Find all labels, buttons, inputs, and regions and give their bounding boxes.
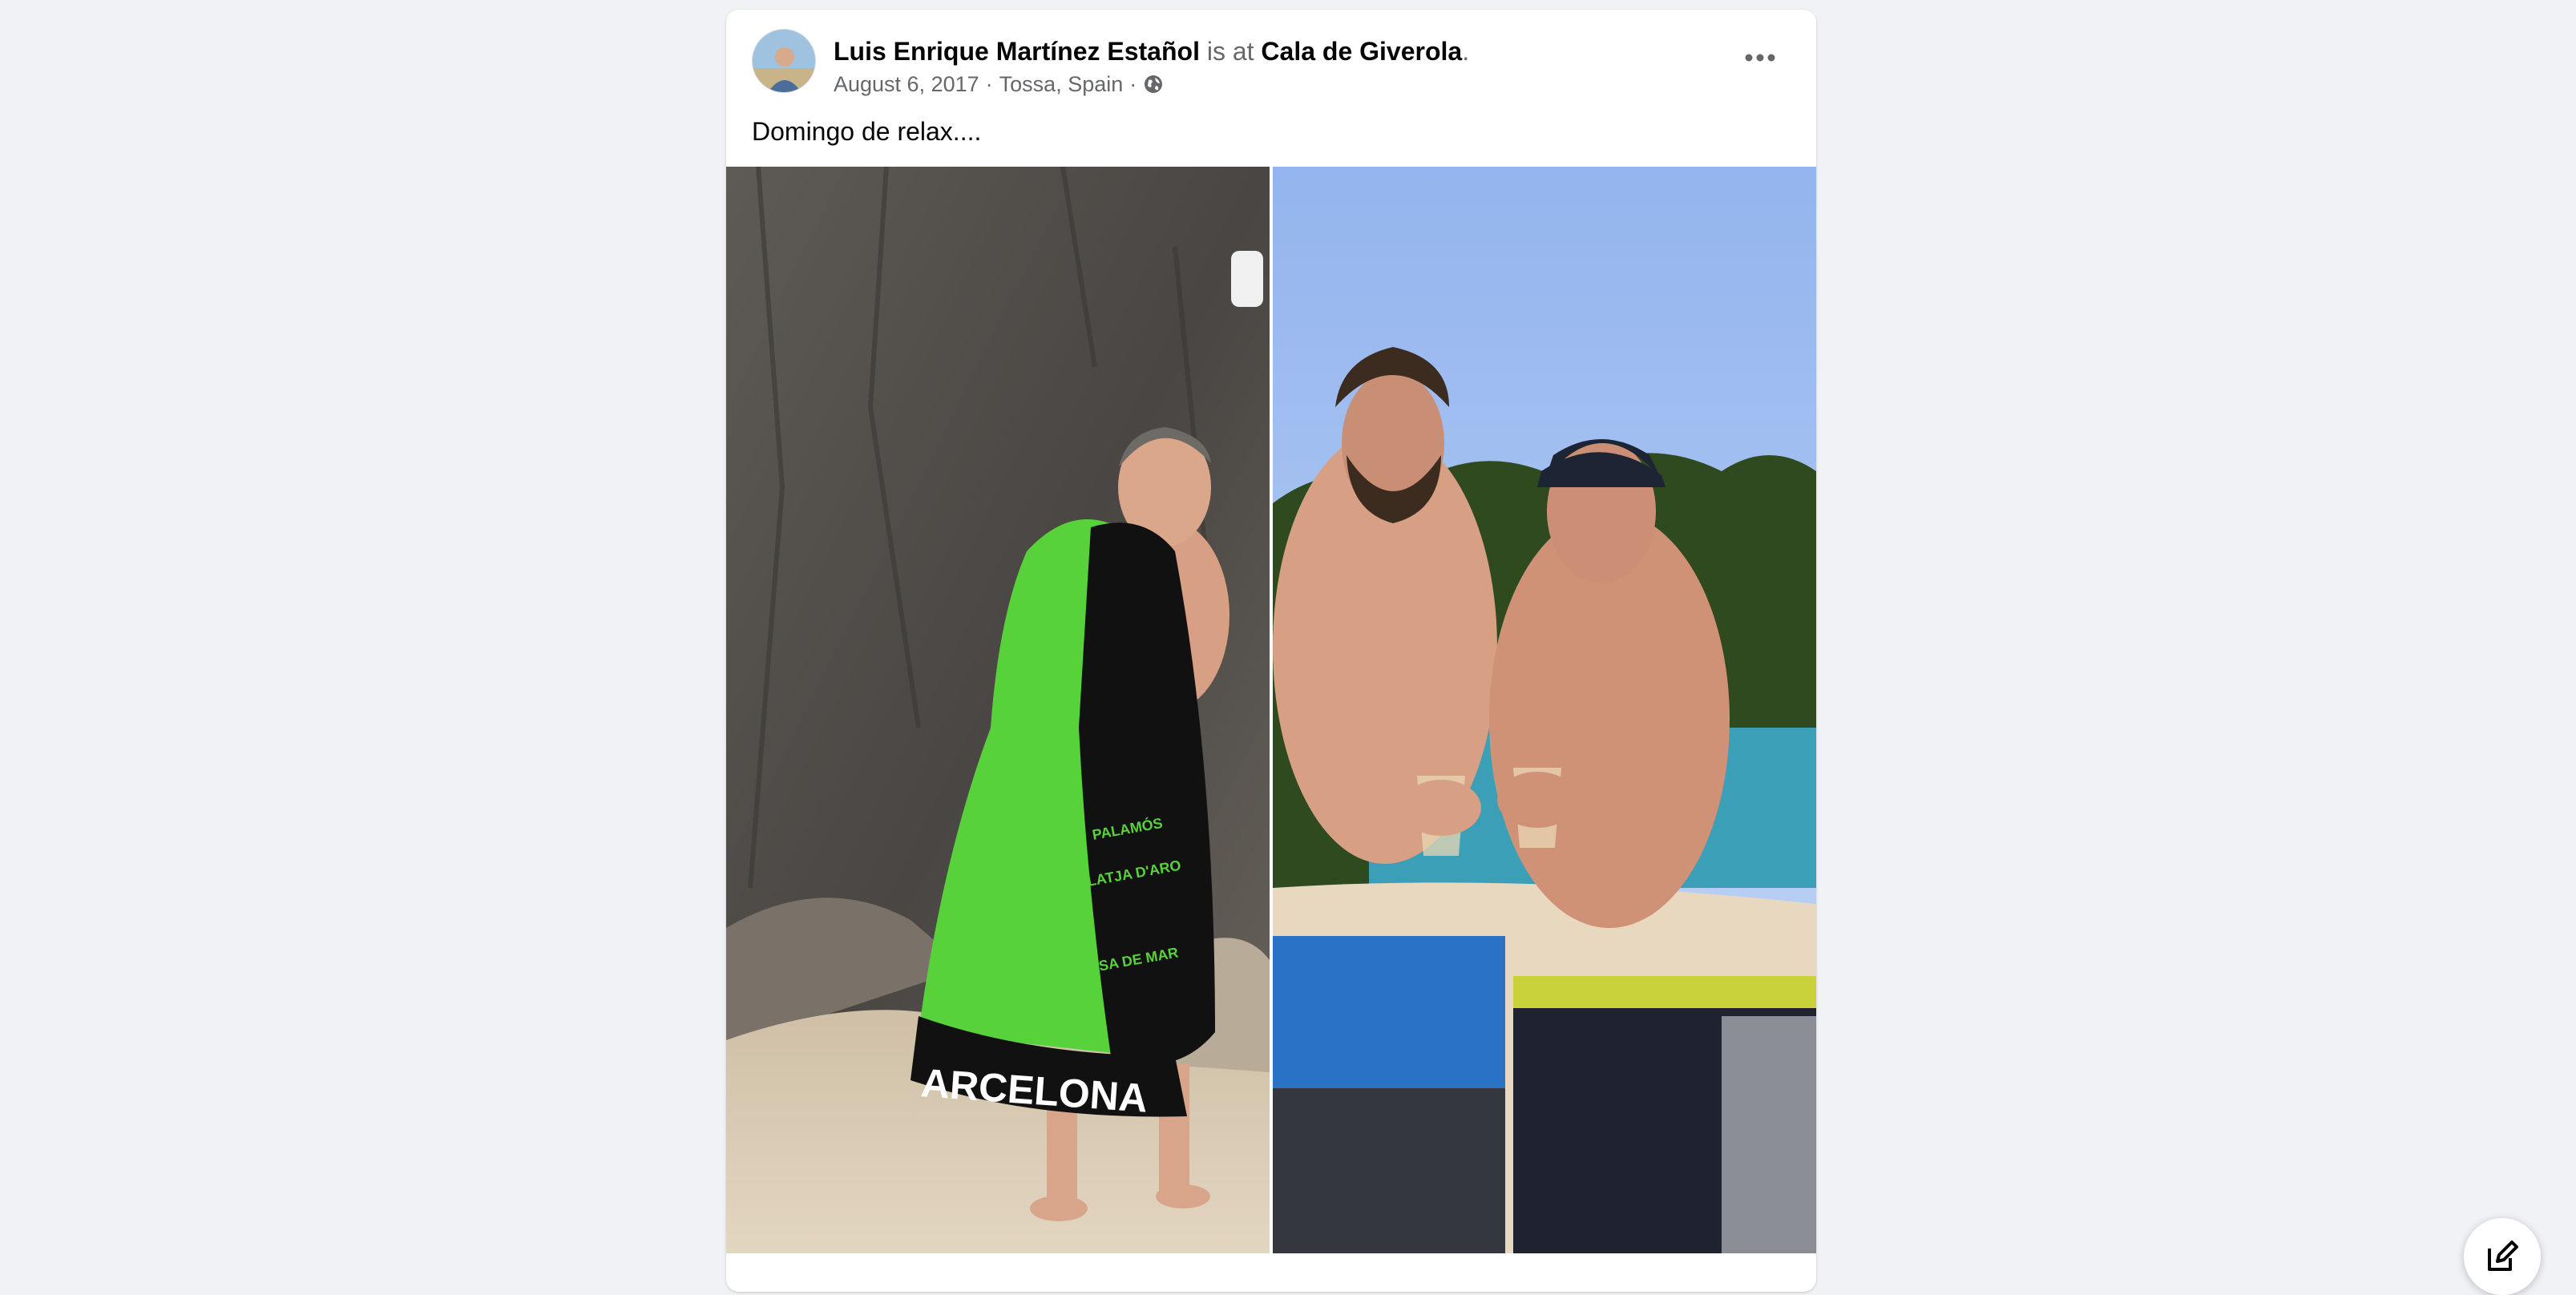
more-horizontal-icon: [1745, 54, 1775, 62]
post-meta: August 6, 2017 · Tossa, Spain ·: [834, 71, 1164, 98]
compose-button[interactable]: [2464, 1218, 2541, 1295]
place-suffix: .: [1462, 37, 1470, 66]
photo-right[interactable]: [1273, 167, 1816, 1253]
globe-icon[interactable]: [1143, 74, 1164, 95]
beach-friends-photo: [1273, 167, 1816, 1253]
meta-separator-2: ·: [1129, 72, 1137, 96]
is-at-text: is at: [1206, 37, 1254, 66]
author-line: Luis Enrique Martínez Estañol is at Cala…: [834, 35, 1469, 67]
post-caption: Domingo de relax....: [752, 117, 982, 146]
author-name-link[interactable]: Luis Enrique Martínez Estañol: [834, 37, 1200, 66]
author-avatar[interactable]: [752, 29, 816, 93]
photo-left[interactable]: ARCELONA PALAMÓS PLATJA D'ARO TOSSA DE M…: [726, 167, 1270, 1253]
compose-icon: [2488, 1241, 2518, 1271]
feed-post: Luis Enrique Martínez Estañol is at Cala…: [726, 10, 1816, 1292]
post-menu-button[interactable]: [1738, 42, 1783, 74]
beach-rock-photo: ARCELONA PALAMÓS PLATJA D'ARO TOSSA DE M…: [726, 167, 1270, 1253]
post-date-link[interactable]: August 6, 2017: [834, 71, 979, 98]
meta-separator: ·: [985, 72, 993, 96]
place-link[interactable]: Cala de Giverola: [1261, 37, 1462, 66]
photo-grid: ARCELONA PALAMÓS PLATJA D'ARO TOSSA DE M…: [726, 167, 1816, 1253]
avatar-image: [753, 30, 815, 92]
post-header: Luis Enrique Martínez Estañol is at Cala…: [752, 29, 1791, 109]
location-link[interactable]: Tossa, Spain: [999, 71, 1124, 98]
